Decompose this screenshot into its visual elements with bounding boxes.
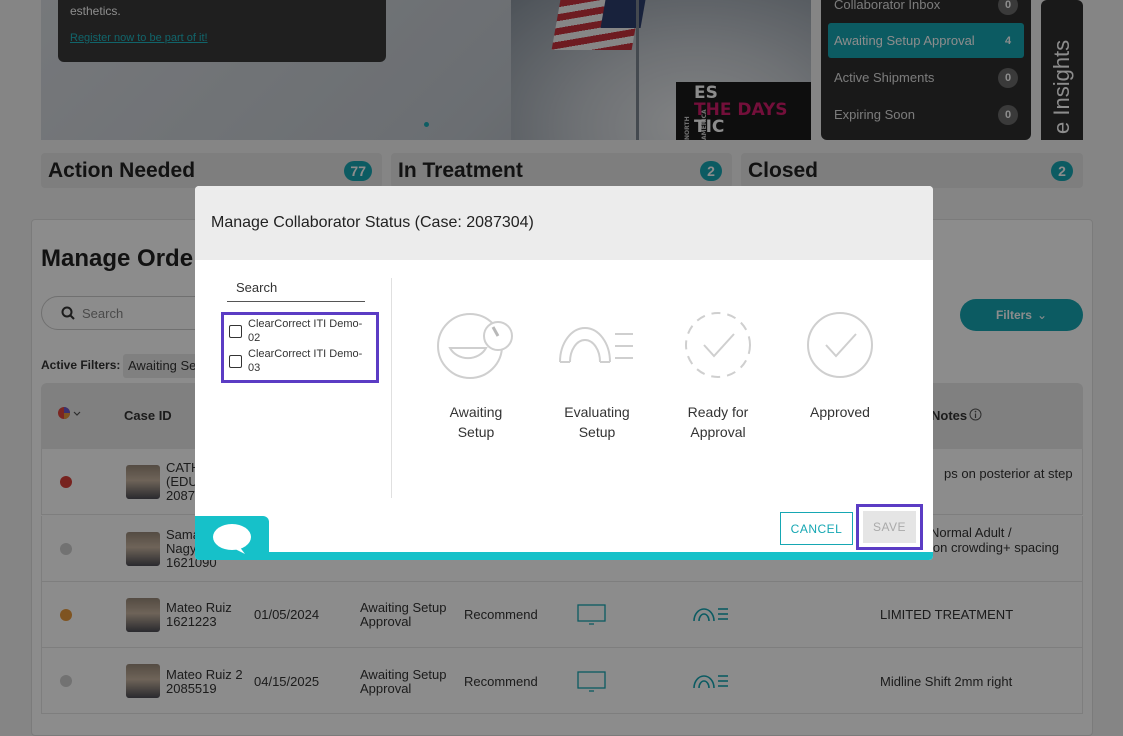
collaborator-list: ClearCorrect ITI Demo- 02 ClearCorrect IT… — [221, 312, 379, 383]
checkbox[interactable] — [229, 325, 242, 338]
modal-title: Manage Collaborator Status (Case: 208730… — [211, 214, 534, 231]
collaborator-name-line1: ClearCorrect ITI Demo- — [248, 348, 363, 360]
collaborator-item[interactable]: ClearCorrect ITI Demo- 02 — [229, 317, 362, 345]
collaborator-search-input[interactable]: Search — [227, 280, 365, 302]
cancel-button[interactable]: CANCEL — [780, 512, 853, 545]
evaluating-setup-icon — [559, 327, 633, 363]
collaborator-name-line1: ClearCorrect ITI Demo- — [248, 318, 363, 330]
collaborator-name-line2: 02 — [248, 332, 261, 344]
modal-header: Manage Collaborator Status (Case: 208730… — [195, 186, 933, 260]
step-awaiting-setup[interactable]: Awaiting Setup — [421, 310, 531, 442]
checkbox[interactable] — [229, 355, 242, 368]
modal-footer-accent — [269, 552, 933, 560]
step-label: Approved — [785, 402, 895, 422]
save-button[interactable]: SAVE — [863, 511, 916, 543]
step-label-line1: Awaiting — [449, 404, 503, 420]
step-label: Awaiting Setup — [421, 402, 531, 442]
step-label-line2: Setup — [457, 424, 495, 440]
search-label: Search — [236, 280, 278, 295]
step-label-line1: Ready for — [687, 404, 749, 420]
step-ready-for-approval[interactable]: Ready for Approval — [663, 310, 773, 442]
step-label: Ready for Approval — [663, 402, 773, 442]
step-label-line1: Approved — [810, 404, 870, 420]
approved-icon — [807, 312, 873, 378]
awaiting-setup-icon — [437, 313, 513, 379]
chat-bubble-icon — [213, 524, 251, 554]
collaborator-name: ClearCorrect ITI Demo- 03 — [248, 347, 362, 375]
ready-for-approval-icon — [685, 312, 751, 378]
collaborator-name-line2: 03 — [248, 362, 261, 374]
manage-collaborator-status-modal: Manage Collaborator Status (Case: 208730… — [195, 186, 933, 560]
step-approved[interactable]: Approved — [785, 310, 895, 422]
step-label: Evaluating Setup — [542, 402, 652, 442]
save-highlight: SAVE — [856, 504, 923, 550]
collaborator-name: ClearCorrect ITI Demo- 02 — [248, 317, 362, 345]
step-label-line2: Approval — [690, 424, 746, 440]
step-label-line1: Evaluating — [564, 404, 630, 420]
collaborator-item[interactable]: ClearCorrect ITI Demo- 03 — [229, 347, 362, 375]
modal-divider — [391, 278, 392, 498]
step-evaluating-setup[interactable]: Evaluating Setup — [542, 310, 652, 442]
chat-button[interactable] — [195, 516, 269, 560]
step-label-line2: Setup — [578, 424, 616, 440]
